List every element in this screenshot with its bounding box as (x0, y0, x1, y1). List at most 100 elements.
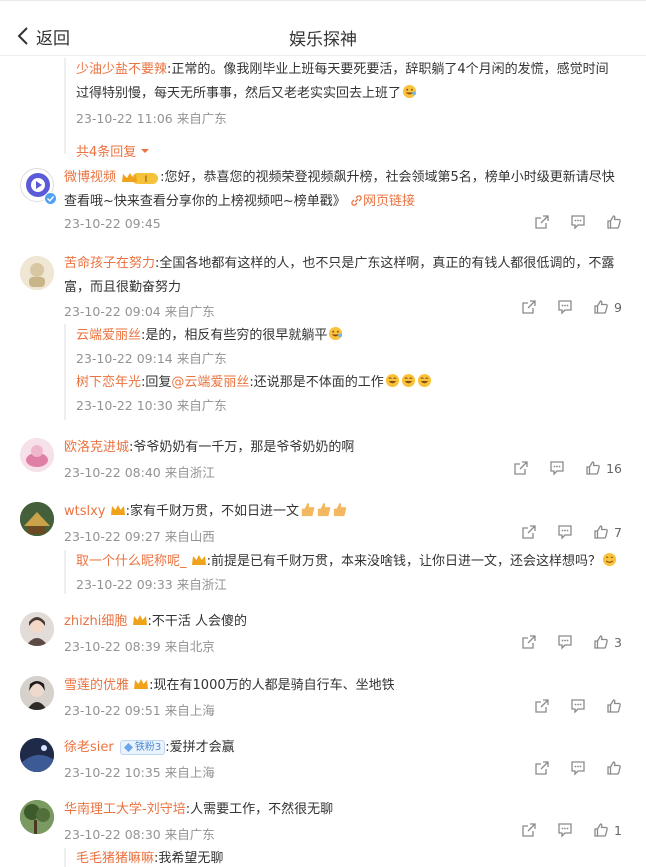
like-button[interactable] (606, 698, 622, 714)
avatar[interactable] (20, 800, 54, 834)
share-button[interactable] (534, 760, 550, 776)
share-icon (514, 461, 528, 475)
comment-item: 雪莲的优雅 :现在有1000万的人都是骑自行车、坐地铁 23-10-22 09:… (0, 674, 646, 722)
comment-icon (571, 215, 585, 230)
mention-link[interactable]: @云端爱丽丝 (171, 375, 249, 390)
like-count: 3 (614, 634, 622, 650)
like-button[interactable]: 3 (593, 634, 622, 650)
verified-badge-icon (44, 192, 57, 205)
reply-item: 少油少盐不要辣:正常的。像我刚毕业上班每天要死要活，辞职躺了4个月闲的发慌，感觉… (76, 58, 632, 82)
share-button[interactable] (521, 524, 537, 540)
comment-text: 查看哦~快来查看分享你的上榜视频吧~榜单戳》 (64, 194, 346, 209)
comment-actions: 9 (501, 299, 622, 315)
share-button[interactable] (521, 634, 537, 650)
laughing-tears-emoji-icon (329, 326, 343, 341)
comment-button[interactable] (557, 634, 573, 650)
reply-meta: 23-10-22 11:06 来自广东 (76, 111, 227, 126)
share-button[interactable] (521, 822, 537, 838)
comment-item: 微博视频 I:您好，恭喜您的视频荣登视频飙升榜，社会领域第5名，榜单小时级更新请… (0, 162, 646, 236)
reply-item: 树下恋年光:回复@云端爱丽丝:还说那是不体面的工作 (76, 371, 632, 395)
fan-level-badge: 铁粉3 (119, 740, 166, 755)
comment-username[interactable]: 苦命孩子在努力 (64, 256, 155, 271)
avatar[interactable] (20, 502, 54, 536)
share-icon (535, 761, 549, 775)
comment-text: :人需要工作，不然很无聊 (185, 802, 334, 817)
comment-text: :现在有1000万的人都是骑自行车、坐地铁 (149, 678, 395, 693)
comment-body: 苦命孩子在努力:全国各地都有这样的人，也不只是广东这样啊，真正的有钱人都很低调的… (64, 252, 632, 276)
like-button[interactable]: 1 (593, 822, 622, 838)
comment-actions: 16 (493, 460, 622, 476)
reply-username[interactable]: 毛毛猪猪嘛嘛 (76, 851, 154, 866)
more-replies-link[interactable]: 共4条回复 (76, 141, 632, 160)
comment-body: zhizhi细胞 :不干活 人会傻的 (64, 610, 632, 634)
avatar[interactable] (20, 676, 54, 710)
comment-button[interactable] (557, 299, 573, 315)
avatar-image-icon (20, 676, 54, 710)
like-button[interactable]: 16 (585, 460, 622, 476)
comment-actions: 1 (501, 822, 622, 838)
avatar[interactable] (20, 738, 54, 772)
comment-body: 华南理工大学-刘守培:人需要工作，不然很无聊 (64, 798, 632, 822)
comment-actions: 7 (501, 524, 622, 540)
comment-meta: 23-10-22 08:40 来自浙江 (64, 465, 215, 480)
comment-username[interactable]: wtslxy (64, 504, 106, 519)
reply-text: :前提是已有千财万贯，本来没啥钱，让你日进一文，还会这样想吗？ (206, 554, 602, 569)
comment-username[interactable]: 华南理工大学-刘守培 (64, 802, 186, 817)
like-button[interactable]: 9 (593, 299, 622, 315)
comment-username[interactable]: 雪莲的优雅 (64, 678, 129, 693)
web-link[interactable]: 网页链接 (363, 194, 415, 209)
comment-username[interactable]: 徐老sier (64, 740, 114, 755)
comment-button[interactable] (557, 822, 573, 838)
comment-button[interactable] (549, 460, 565, 476)
comment-meta: 23-10-22 09:04 来自广东 (64, 304, 215, 319)
share-icon (535, 215, 549, 229)
avatar-image-icon (20, 800, 54, 834)
comment-button[interactable] (570, 214, 586, 230)
reply-meta: 23-10-22 09:33 来自浙江 (76, 577, 227, 592)
crown-member-icon (191, 555, 206, 565)
thumbs-up-icon (594, 525, 608, 539)
page-title: 娱乐探神 (289, 30, 357, 50)
comment-body-continued: 查看哦~快来查看分享你的上榜视频吧~榜单戳》 网页链接 (64, 190, 632, 214)
like-button[interactable] (606, 214, 622, 230)
thumbs-up-icon (586, 461, 600, 475)
comment-button[interactable] (570, 698, 586, 714)
comment-item: 欧洛克进城:爷爷奶奶有一千万，那是爷爷奶奶的啊 23-10-22 08:40 来… (0, 436, 646, 484)
crown-member-icon (110, 505, 125, 515)
avatar-image-icon (20, 502, 54, 536)
avatar[interactable] (20, 612, 54, 646)
top-bar: 返回 娱乐探神 (0, 0, 646, 56)
share-button[interactable] (513, 460, 529, 476)
reply-username[interactable]: 少油少盐不要辣 (76, 62, 167, 77)
share-button[interactable] (534, 698, 550, 714)
share-icon (522, 525, 536, 539)
comment-meta: 23-10-22 09:27 来自山西 (64, 529, 215, 544)
comment-username[interactable]: zhizhi细胞 (64, 614, 127, 629)
like-count: 16 (606, 460, 622, 476)
comment-username[interactable]: 欧洛克进城 (64, 440, 129, 455)
comment-button[interactable] (557, 524, 573, 540)
share-button[interactable] (521, 299, 537, 315)
comment-meta: 23-10-22 10:35 来自上海 (64, 765, 215, 780)
comment-meta: 23-10-22 08:39 来自北京 (64, 639, 215, 654)
svg-text:I: I (145, 175, 148, 185)
share-button[interactable] (534, 214, 550, 230)
comment-button[interactable] (570, 760, 586, 776)
reply-username[interactable]: 云端爱丽丝 (76, 328, 141, 343)
like-button[interactable] (606, 760, 622, 776)
comment-text: :爱拼才会赢 (165, 740, 235, 755)
grinning-emoji-icon (385, 373, 399, 388)
reply-username[interactable]: 取一个什么昵称呢_ (76, 554, 187, 569)
reply-text: :正常的。像我刚毕业上班每天要死要活，辞职躺了4个月闲的发慌，感觉时间 (167, 62, 609, 77)
comment-actions (514, 698, 622, 714)
more-replies-label: 共4条回复 (76, 145, 137, 160)
grinning-emoji-icon (401, 373, 415, 388)
avatar[interactable] (20, 256, 54, 290)
like-button[interactable]: 7 (593, 524, 622, 540)
comment-body: 徐老sier 铁粉3:爱拼才会赢 (64, 736, 632, 760)
reply-username[interactable]: 树下恋年光 (76, 375, 141, 390)
thumbs-up-icon (607, 761, 621, 775)
thumbs-up-icon (594, 300, 608, 314)
comment-username[interactable]: 微博视频 (64, 170, 116, 185)
avatar[interactable] (20, 438, 54, 472)
